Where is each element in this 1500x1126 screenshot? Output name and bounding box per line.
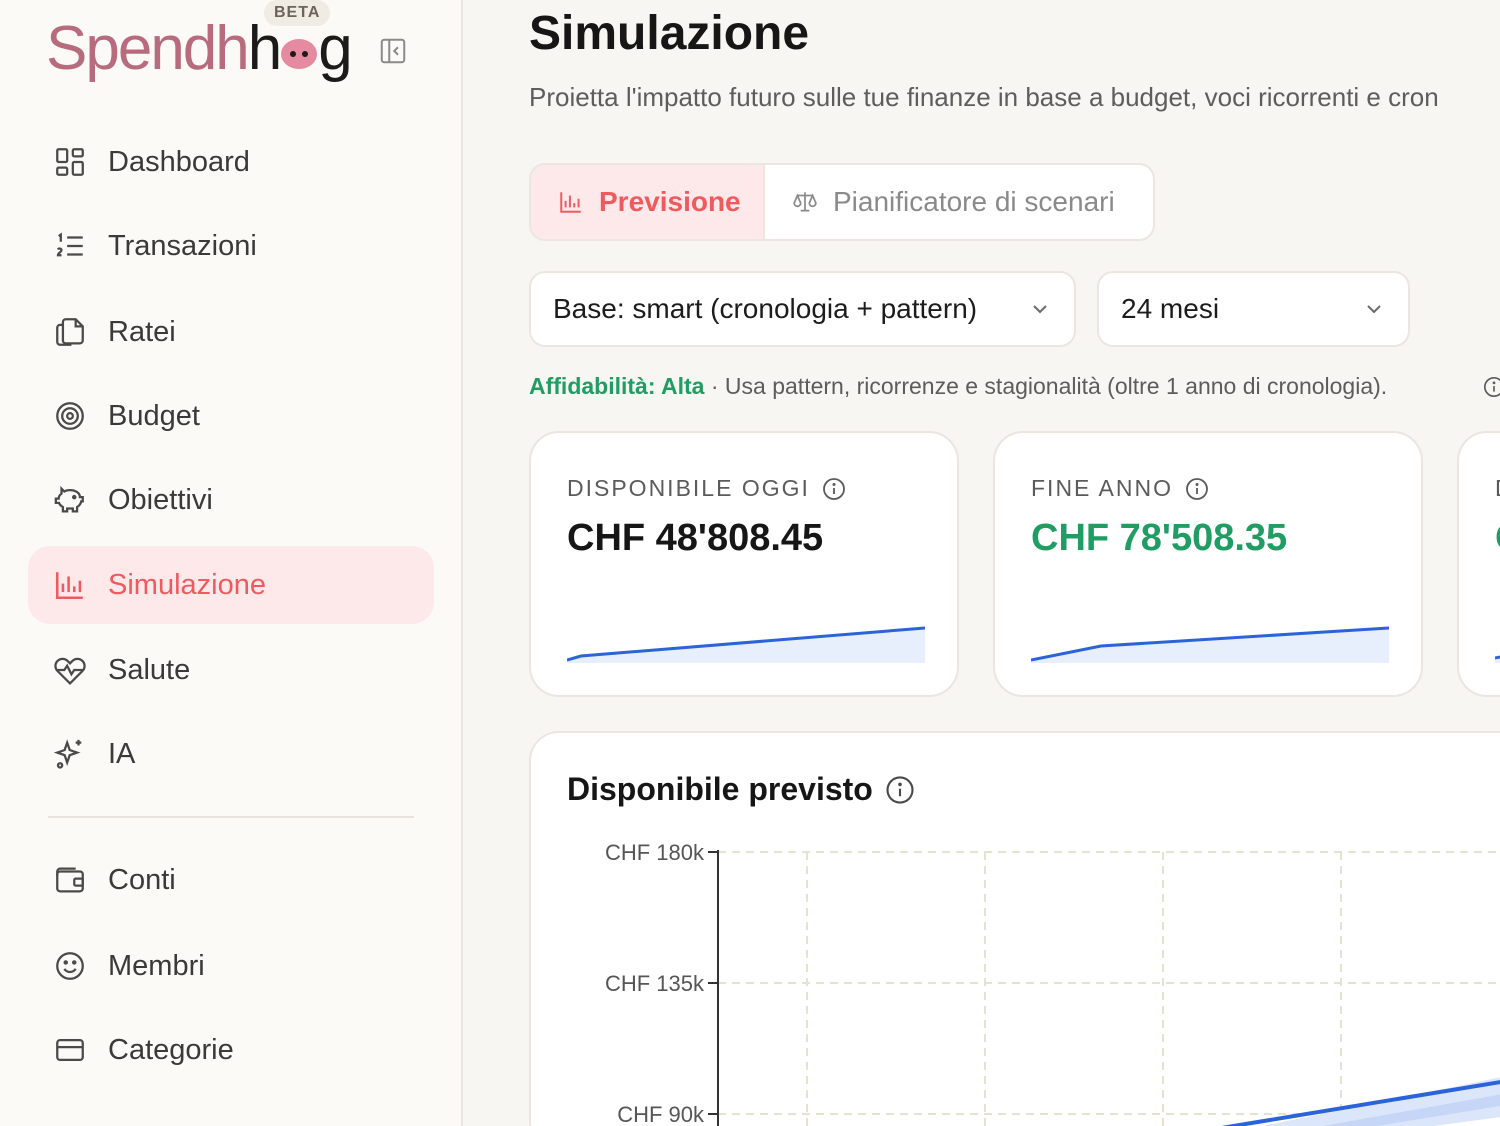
tab-previsione[interactable]: Previsione	[531, 165, 765, 239]
y-axis-ticks: CHF 180k CHF 135k CHF 90k	[605, 840, 719, 1126]
sparkline	[1031, 626, 1389, 663]
dashboard-icon	[52, 144, 88, 180]
kpi-card-fine-anno: FINE ANNO CHF 78'508.35	[993, 431, 1423, 697]
sidebar: Spendhh g BETA Dashboard Transazioni Rate…	[0, 0, 463, 1126]
page-title: Simulazione	[529, 7, 810, 60]
chart-grid	[718, 851, 1500, 1126]
beta-badge: BETA	[264, 0, 331, 26]
kpi-label: DISPONIBILE OGGI	[567, 475, 846, 502]
kpi-value: CHF 48'808.45	[567, 517, 824, 559]
info-icon[interactable]	[822, 477, 846, 501]
scale-icon	[791, 188, 819, 216]
card-icon	[52, 1032, 88, 1068]
main-content: Simulazione Proietta l'impatto futuro su…	[463, 0, 1500, 1126]
bar-chart-icon	[557, 188, 585, 216]
tab-label: Previsione	[599, 186, 741, 217]
reliability-note: Affidabilità: Alta · Usa pattern, ricorr…	[529, 373, 1387, 400]
horizon-select[interactable]: 24 mesi	[1097, 271, 1410, 347]
base-select-value: Base: smart (cronologia + pattern)	[553, 293, 978, 324]
sidebar-item-label: Transazioni	[108, 229, 257, 262]
sidebar-item-label: Conti	[108, 863, 176, 896]
info-icon[interactable]	[1185, 477, 1209, 501]
sidebar-item-ia[interactable]: IA	[28, 715, 434, 793]
heart-pulse-icon	[52, 652, 88, 688]
numbered-list-icon	[52, 228, 88, 264]
kpi-card-disponibile-oggi: DISPONIBILE OGGI CHF 48'808.45	[529, 431, 959, 697]
sidebar-item-categorie[interactable]: Categorie	[28, 1011, 434, 1089]
forecast-chart-card: Disponibile previsto CHF 180k CHF 135k CHF…	[529, 731, 1500, 1126]
kpi-label: FINE ANNO	[1031, 475, 1209, 502]
sidebar-item-obiettivi[interactable]: Obiettivi	[28, 461, 434, 539]
sidebar-item-transazioni[interactable]: Transazioni	[28, 207, 434, 285]
sidebar-item-budget[interactable]: Budget	[28, 377, 434, 455]
documents-icon	[52, 314, 88, 350]
chevron-down-icon	[1367, 305, 1381, 314]
kpi-value: C	[1495, 517, 1500, 560]
sidebar-item-conti[interactable]: Conti	[28, 841, 434, 919]
sidebar-item-label: Categorie	[108, 1033, 234, 1066]
sidebar-item-label: Ratei	[108, 315, 176, 348]
base-select[interactable]: Base: smart (cronologia + pattern)	[529, 271, 1076, 347]
sidebar-collapse-button[interactable]	[376, 34, 410, 68]
smiley-icon	[52, 948, 88, 984]
panel-collapse-icon	[380, 38, 406, 64]
sidebar-divider	[48, 816, 414, 818]
chart-plot	[1221, 1077, 1500, 1126]
y-tick-label: CHF 135k	[605, 971, 705, 996]
sparkline	[567, 626, 925, 663]
sparkline	[1495, 655, 1500, 663]
sidebar-item-membri[interactable]: Membri	[28, 927, 434, 1005]
sidebar-item-simulazione[interactable]: Simulazione	[28, 546, 434, 624]
sidebar-item-label: Salute	[108, 653, 191, 686]
sparkles-icon	[52, 736, 88, 772]
kpi-label: D	[1495, 475, 1500, 502]
kpi-value: CHF 78'508.35	[1031, 517, 1288, 559]
forecast-chart: CHF 180k CHF 135k CHF 90k	[605, 840, 1500, 1126]
info-icon[interactable]	[1483, 376, 1500, 403]
tab-label: Pianificatore di scenari	[833, 186, 1115, 217]
sidebar-item-salute[interactable]: Salute	[28, 631, 434, 709]
view-tabs: Previsione Pianificatore di scenari	[529, 163, 1155, 241]
y-tick-label: CHF 180k	[605, 840, 705, 865]
sidebar-item-dashboard[interactable]: Dashboard	[28, 123, 434, 201]
sidebar-item-label: IA	[108, 737, 136, 770]
y-tick-label: CHF 90k	[617, 1102, 705, 1126]
page-subtitle: Proietta l'impatto futuro sulle tue fina…	[529, 82, 1439, 112]
target-icon	[52, 398, 88, 434]
sidebar-item-label: Dashboard	[108, 145, 250, 178]
kpi-card-partial: D C	[1457, 431, 1500, 697]
confidence-band	[1262, 1077, 1500, 1126]
app-root: Spendhh g BETA Dashboard Transazioni Rate…	[0, 0, 1500, 1126]
sidebar-item-label: Membri	[108, 949, 205, 982]
chevron-down-icon	[1033, 305, 1047, 314]
sidebar-item-label: Simulazione	[108, 568, 266, 601]
piggy-bank-icon	[52, 482, 88, 518]
reliability-text: · Usa pattern, ricorrenze e stagionalità…	[704, 373, 1388, 399]
wallet-icon	[52, 862, 88, 898]
reliability-level: Affidabilità: Alta	[529, 373, 705, 399]
sidebar-item-label: Budget	[108, 399, 200, 432]
pig-snout-icon	[281, 39, 318, 69]
tab-pianificatore[interactable]: Pianificatore di scenari	[765, 165, 1153, 239]
sidebar-item-label: Obiettivi	[108, 483, 213, 516]
bar-chart-icon	[52, 567, 88, 603]
sidebar-item-ratei[interactable]: Ratei	[28, 293, 434, 371]
horizon-select-value: 24 mesi	[1121, 293, 1220, 324]
